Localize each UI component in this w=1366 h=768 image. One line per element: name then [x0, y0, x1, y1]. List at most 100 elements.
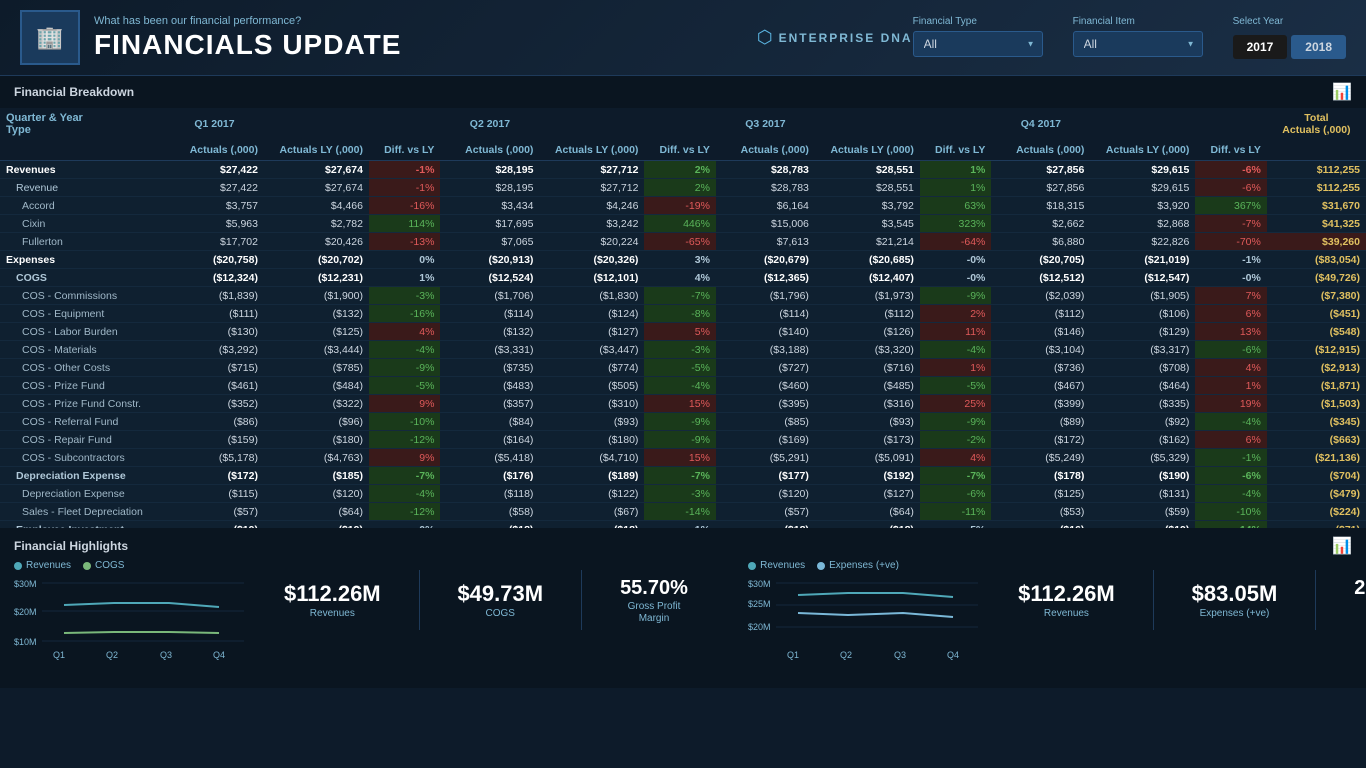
financial-type-label: Financial Type: [913, 16, 1043, 27]
legend-cogs-label: COGS: [95, 560, 124, 571]
chart1-legend: Revenues COGS: [14, 560, 254, 571]
table-row: COS - Repair Fund($159)($180)-12%($164)(…: [0, 431, 1366, 449]
table-row-cell: 2%: [920, 305, 991, 323]
table-row-cell: 15%: [644, 395, 715, 413]
table-row-cell: ($85): [716, 413, 815, 431]
table-row-cell: ($335): [1090, 395, 1195, 413]
table-row-name: Expenses: [0, 251, 165, 269]
table-row-cell: -12%: [369, 503, 440, 521]
table-row-cell: -6%: [1195, 341, 1266, 359]
legend-revenues-label: Revenues: [26, 560, 71, 571]
table-row-cell: 13%: [1195, 323, 1266, 341]
table-row-name: Cixin: [0, 215, 165, 233]
select-year-label: Select Year: [1233, 16, 1346, 27]
table-row-cell: ($96): [264, 413, 369, 431]
table-row-cell: ($126): [815, 323, 920, 341]
edna-logo: ⬡ ENTERPRISE DNA: [757, 27, 913, 48]
table-row-cell: $3,434: [440, 197, 539, 215]
financial-table-wrapper[interactable]: Quarter & YearType Q1 2017 Q2 2017 Q3 20…: [0, 108, 1366, 528]
svg-text:Q2: Q2: [840, 650, 852, 660]
svg-text:Q3: Q3: [894, 650, 906, 660]
table-row-cell: ($399): [991, 395, 1090, 413]
col-header-q4: Q4 2017: [991, 108, 1090, 140]
table-row-cell: $22,826: [1090, 233, 1195, 251]
table-row-cell: ($464): [1090, 377, 1195, 395]
table-row-cell: ($58): [440, 503, 539, 521]
table-row-cell: $2,782: [264, 215, 369, 233]
table-row-cell: -10%: [1195, 503, 1266, 521]
table-row-cell: $29,615: [1090, 179, 1195, 197]
table-row-cell: 1%: [1195, 377, 1266, 395]
table-row-cell: $15,006: [716, 215, 815, 233]
svg-text:Q1: Q1: [787, 650, 799, 660]
svg-text:$30M: $30M: [14, 579, 37, 589]
table-row-cell: -16%: [369, 305, 440, 323]
table-row-cell: ($180): [539, 431, 644, 449]
table-row-name: COS - Materials: [0, 341, 165, 359]
table-row-cell: ($89): [991, 413, 1090, 431]
table-row-cell: $27,856: [991, 161, 1090, 179]
table-row-cell: 4%: [1195, 359, 1266, 377]
table-row: COS - Subcontractors($5,178)($4,763)9%($…: [0, 449, 1366, 467]
table-row-cell: ($21,019): [1090, 251, 1195, 269]
table-row: Revenue$27,422$27,674-1%$28,195$27,7122%…: [0, 179, 1366, 197]
financial-item-select-wrapper[interactable]: All: [1073, 31, 1203, 57]
table-row-cell: 0%: [369, 251, 440, 269]
table-row-cell: ($59): [1090, 503, 1195, 521]
table-row-cell: ($12,915): [1267, 341, 1366, 359]
table-row-cell: $3,242: [539, 215, 644, 233]
table-row-cell: $6,164: [716, 197, 815, 215]
table-row-cell: -8%: [644, 305, 715, 323]
legend2-revenues: Revenues: [748, 560, 805, 571]
table-row-cell: $7,613: [716, 233, 815, 251]
table-row-cell: ($125): [264, 323, 369, 341]
metric-cogs: $49.73M COGS: [457, 581, 543, 619]
table-row-cell: -5%: [920, 521, 991, 529]
table-row-cell: ($120): [264, 485, 369, 503]
table-row: Fullerton$17,702$20,426-13%$7,065$20,224…: [0, 233, 1366, 251]
table-row-cell: -0%: [1195, 269, 1266, 287]
year-2017-button[interactable]: 2017: [1233, 35, 1288, 59]
table-row-cell: ($451): [1267, 305, 1366, 323]
breakdown-chart-icon[interactable]: 📊: [1332, 82, 1352, 102]
table-row-cell: 367%: [1195, 197, 1266, 215]
table-row-cell: ($708): [1090, 359, 1195, 377]
table-row-cell: ($12,547): [1090, 269, 1195, 287]
financial-item-select[interactable]: All: [1073, 31, 1203, 57]
table-row-cell: ($185): [264, 467, 369, 485]
table-row-cell: ($114): [716, 305, 815, 323]
table-row-cell: -0%: [369, 521, 440, 529]
financial-breakdown-header: Financial Breakdown 📊: [0, 76, 1366, 108]
financial-type-select[interactable]: All: [913, 31, 1043, 57]
table-row-cell: $31,670: [1267, 197, 1366, 215]
legend-revenues-dot: [14, 562, 22, 570]
table-row-cell: -4%: [1195, 485, 1266, 503]
highlights-content: Revenues COGS $30M $20M $10M Q1 Q2 Q3 Q4: [0, 556, 1366, 688]
year-2018-button[interactable]: 2018: [1291, 35, 1346, 59]
table-row-cell: $27,422: [165, 161, 264, 179]
metric-cogs-value: $49.73M: [457, 581, 543, 607]
table-row-cell: ($716): [815, 359, 920, 377]
col-header-q1-ly: [264, 108, 369, 140]
app-logo: 🏢: [20, 10, 80, 65]
table-row-cell: ($57): [165, 503, 264, 521]
table-row-cell: ($20,326): [539, 251, 644, 269]
table-row-cell: ($178): [991, 467, 1090, 485]
highlights-chart-icon[interactable]: 📊: [1332, 536, 1352, 556]
table-row-name: Sales - Fleet Depreciation: [0, 503, 165, 521]
table-row-cell: ($505): [539, 377, 644, 395]
financial-type-select-wrapper[interactable]: All: [913, 31, 1043, 57]
table-row-cell: -1%: [369, 161, 440, 179]
table-row-cell: ($785): [264, 359, 369, 377]
col-subheader-q2ly: Actuals LY (,000): [539, 140, 644, 161]
table-row-cell: $7,065: [440, 233, 539, 251]
table-row-cell: $5,963: [165, 215, 264, 233]
table-row-cell: ($18): [815, 521, 920, 529]
table-row-cell: $28,783: [716, 161, 815, 179]
table-row-cell: -3%: [644, 485, 715, 503]
table-row-cell: -3%: [644, 341, 715, 359]
table-row-cell: ($735): [440, 359, 539, 377]
table-row-name: COS - Labor Burden: [0, 323, 165, 341]
table-row-cell: ($467): [991, 377, 1090, 395]
table-row-cell: -2%: [920, 431, 991, 449]
